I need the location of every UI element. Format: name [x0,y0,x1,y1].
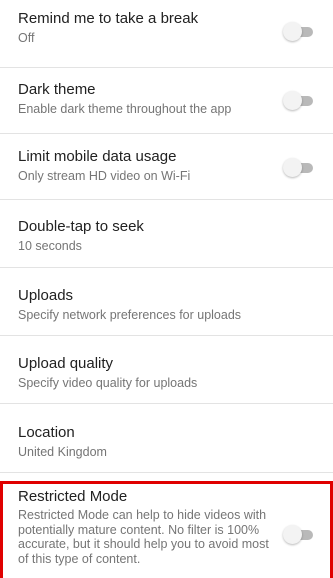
setting-location[interactable]: Location United Kingdom [0,404,333,473]
toggle-thumb [283,158,302,177]
setting-subtitle: Only stream HD video on Wi-Fi [18,169,191,183]
setting-dark-theme[interactable]: Dark theme Enable dark theme throughout … [0,68,333,134]
setting-double-tap-seek[interactable]: Double-tap to seek 10 seconds [0,200,333,268]
settings-list: Remind me to take a break Off Dark theme… [0,0,333,578]
setting-upload-quality[interactable]: Upload quality Specify video quality for… [0,336,333,404]
setting-remind-break[interactable]: Remind me to take a break Off [0,0,333,68]
setting-title: Dark theme [18,81,96,98]
setting-title: Double-tap to seek [18,218,144,235]
setting-subtitle: Specify network preferences for uploads [18,308,242,322]
limit-data-toggle[interactable] [283,158,313,177]
restricted-mode-toggle[interactable] [283,525,313,544]
remind-break-toggle[interactable] [283,22,313,41]
setting-subtitle: Specify video quality for uploads [18,376,198,390]
setting-subtitle: 10 seconds [18,239,82,253]
setting-title: Remind me to take a break [18,10,199,27]
setting-title: Location [18,424,75,441]
setting-title: Restricted Mode [18,488,128,505]
setting-subtitle: United Kingdom [18,445,107,459]
toggle-thumb [283,525,302,544]
setting-title: Upload quality [18,355,114,372]
setting-uploads[interactable]: Uploads Specify network preferences for … [0,268,333,336]
setting-title: Uploads [18,287,74,304]
toggle-thumb [283,91,302,110]
dark-theme-toggle[interactable] [283,91,313,110]
setting-subtitle: Restricted Mode can help to hide videos … [18,508,269,566]
toggle-thumb [283,22,302,41]
setting-limit-data[interactable]: Limit mobile data usage Only stream HD v… [0,134,333,200]
setting-title: Limit mobile data usage [18,148,177,165]
setting-subtitle: Off [18,31,35,45]
setting-subtitle: Enable dark theme throughout the app [18,102,232,116]
setting-restricted-mode[interactable]: Restricted Mode Restricted Mode can help… [0,481,333,578]
